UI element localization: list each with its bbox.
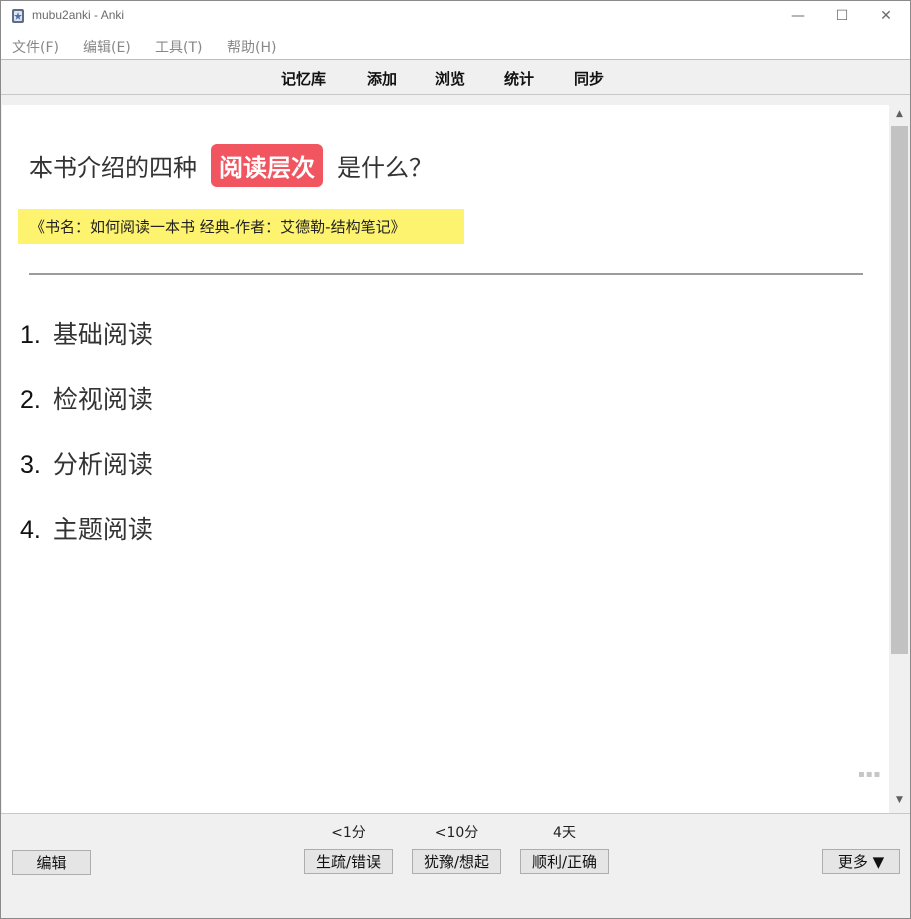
answer-text: 检视阅读: [52, 385, 153, 414]
answer-again-button[interactable]: 生疏/错误: [304, 849, 393, 874]
ease-time-good: 4天: [553, 825, 576, 841]
menu-file[interactable]: 文件(F): [12, 37, 59, 57]
answer-text: 基础阅读: [52, 320, 153, 349]
menu-tools[interactable]: 工具(T): [155, 37, 202, 57]
toolbar-add[interactable]: 添加: [367, 68, 397, 89]
window-title: mubu2anki - Anki: [32, 8, 125, 22]
question-highlight: 阅读层次: [211, 143, 323, 187]
menu-edit[interactable]: 编辑(E): [83, 37, 131, 57]
scroll-thumb[interactable]: [891, 126, 908, 654]
answer-number: 1.: [20, 321, 41, 349]
card-question: 本书介绍的四种 阅读层次 是什么？: [29, 143, 433, 187]
scroll-down-arrow-icon[interactable]: ▼: [889, 795, 910, 809]
answer-item: 4. 主题阅读: [20, 510, 153, 575]
menu-help[interactable]: 帮助(H): [227, 37, 276, 57]
edit-button[interactable]: 编辑: [12, 850, 91, 875]
anki-app-icon: [12, 9, 24, 23]
ease-time-hard: <10分: [434, 825, 479, 841]
answer-text: 分析阅读: [52, 450, 153, 479]
ease-time-again: <1分: [331, 825, 366, 841]
toolbar-sync[interactable]: 同步: [574, 68, 604, 89]
more-button[interactable]: 更多 ▼: [822, 849, 900, 874]
question-text-after: 是什么？: [337, 153, 433, 182]
toolbar-stats[interactable]: 统计: [504, 68, 534, 89]
review-bottom-bar: 编辑 <1分 <10分 4天 生疏/错误 犹豫/想起 顺利/正确 更多 ▼: [1, 813, 910, 918]
answer-item: 1. 基础阅读: [20, 315, 153, 380]
toolbar-decks[interactable]: 记忆库: [281, 68, 326, 89]
answer-text: 主题阅读: [52, 515, 153, 544]
close-button[interactable]: ✕: [863, 1, 909, 31]
question-text-before: 本书介绍的四种: [29, 153, 197, 182]
maximize-button[interactable]: ☐: [819, 1, 865, 31]
toolbar-browse[interactable]: 浏览: [435, 68, 465, 89]
answer-list: 1. 基础阅读 2. 检视阅读 3. 分析阅读 4. 主题阅读: [20, 315, 153, 575]
source-note: 《书名：如何阅读一本书 经典-作者：艾德勒-结构笔记》: [18, 209, 464, 244]
vertical-scrollbar[interactable]: ▲ ▼: [889, 105, 910, 813]
answer-item: 3. 分析阅读: [20, 445, 153, 510]
card-view: 本书介绍的四种 阅读层次 是什么？ 《书名：如何阅读一本书 经典-作者：艾德勒-…: [2, 105, 889, 813]
anki-window: mubu2anki - Anki — ☐ ✕ 文件(F) 编辑(E) 工具(T)…: [0, 0, 911, 919]
answer-number: 4.: [20, 516, 41, 544]
minimize-button[interactable]: —: [775, 1, 821, 31]
answer-number: 3.: [20, 451, 41, 479]
answer-good-button[interactable]: 顺利/正确: [520, 849, 609, 874]
resize-grip-icon: ▪▪▪: [858, 769, 882, 780]
menu-bar: 文件(F) 编辑(E) 工具(T) 帮助(H): [1, 31, 910, 60]
answer-item: 2. 检视阅读: [20, 380, 153, 445]
title-bar: mubu2anki - Anki — ☐ ✕: [1, 1, 910, 31]
answer-number: 2.: [20, 386, 41, 414]
main-toolbar: 记忆库 添加 浏览 统计 同步: [1, 60, 910, 95]
answer-divider: [29, 273, 863, 275]
scroll-up-arrow-icon[interactable]: ▲: [889, 109, 910, 123]
answer-hard-button[interactable]: 犹豫/想起: [412, 849, 501, 874]
